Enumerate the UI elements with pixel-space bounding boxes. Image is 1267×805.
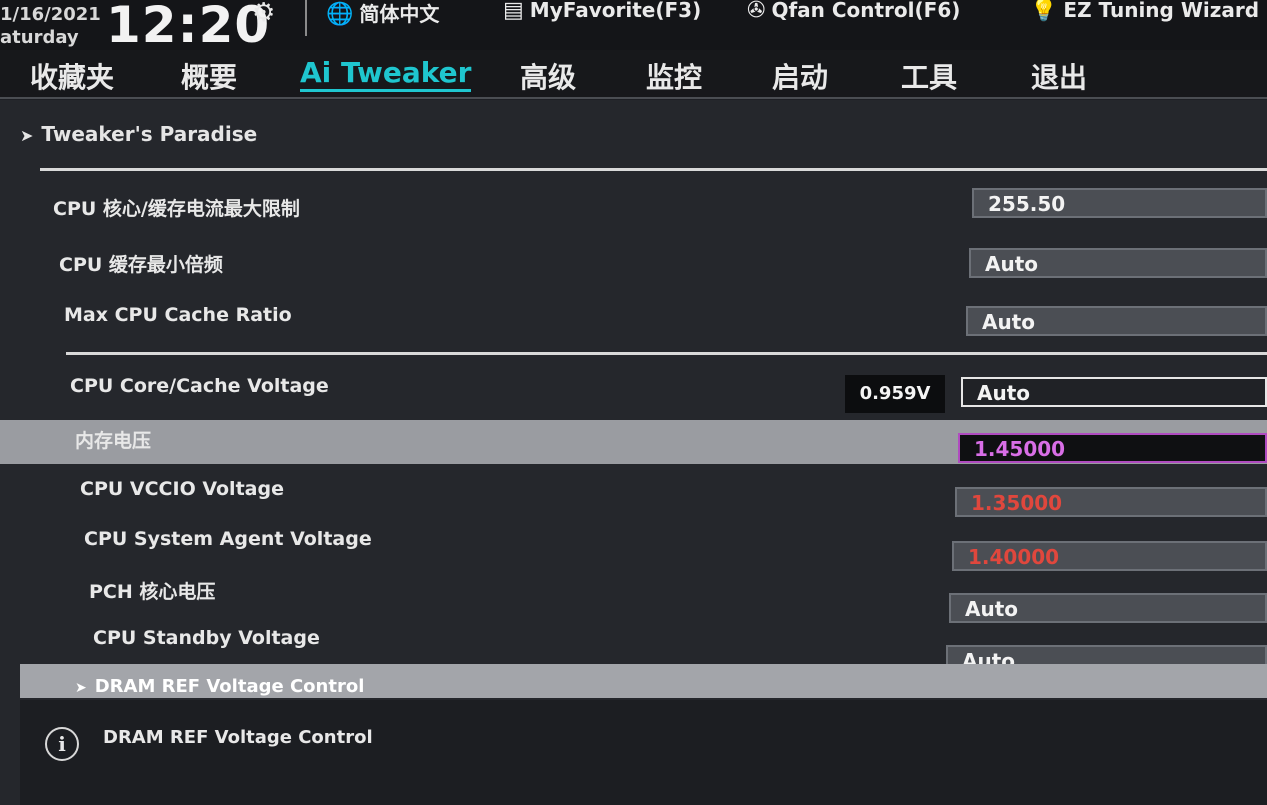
min-cache-ratio-field[interactable]: Auto	[969, 248, 1267, 278]
language-label: 简体中文	[359, 2, 440, 26]
core-voltage-reading: 0.959V	[845, 375, 945, 413]
section-title: Tweaker's Paradise	[41, 122, 258, 146]
chevron-right-icon: ➤	[20, 126, 34, 145]
status-bar: 1/16/2021 aturday 12:20 ⚙ 🌐 简体中文 ▤ MyFavor…	[0, 0, 1267, 54]
pch-voltage-field[interactable]: Auto	[949, 593, 1267, 623]
tab-tool[interactable]: 工具	[901, 56, 957, 96]
max-cache-ratio-field[interactable]: Auto	[966, 306, 1267, 336]
help-text: DRAM REF Voltage Control	[103, 727, 373, 748]
system-agent-voltage-field[interactable]: 1.40000	[952, 541, 1267, 571]
tab-monitor[interactable]: 监控	[646, 56, 702, 96]
myfavorite-icon: ▤	[503, 0, 524, 23]
language-button[interactable]: 🌐 简体中文	[326, 0, 439, 27]
gear-icon[interactable]: ⚙	[252, 0, 275, 28]
vccio-voltage-field[interactable]: 1.35000	[955, 487, 1267, 517]
setting-label-system-agent-voltage: CPU System Agent Voltage	[84, 528, 372, 550]
setting-label-min-cache-ratio: CPU 缓存最小倍频	[59, 254, 223, 276]
fan-icon: ✇	[747, 0, 766, 23]
tab-exit[interactable]: 退出	[1031, 56, 1087, 96]
setting-label-standby-voltage: CPU Standby Voltage	[93, 627, 320, 649]
tab-boot[interactable]: 启动	[772, 56, 828, 96]
myfavorite-button[interactable]: ▤ MyFavorite(F3)	[503, 0, 701, 23]
tab-advanced[interactable]: 高级	[520, 56, 576, 96]
tabs-divider	[0, 97, 1267, 99]
ez-tuning-wizard-button[interactable]: 💡 EZ Tuning Wizard	[1030, 0, 1259, 23]
setting-label-current-limit: CPU 核心/缓存电流最大限制	[53, 198, 300, 220]
qfan-control-button[interactable]: ✇ Qfan Control(F6)	[747, 0, 960, 23]
tab-ai-tweaker[interactable]: Ai Tweaker	[300, 56, 472, 92]
qfan-control-label: Qfan Control(F6)	[771, 0, 961, 22]
help-panel	[20, 700, 1267, 805]
date-label: 1/16/2021	[0, 4, 101, 25]
bulb-icon: 💡	[1030, 0, 1058, 23]
voltage-divider	[66, 352, 1267, 355]
core-cache-voltage-field[interactable]: Auto	[961, 377, 1267, 407]
setting-label-pch-voltage: PCH 核心电压	[89, 581, 216, 603]
divider	[305, 0, 307, 36]
tab-main[interactable]: 概要	[181, 56, 237, 96]
section-divider	[40, 168, 1267, 171]
tweakers-paradise-section[interactable]: ➤ Tweaker's Paradise	[20, 122, 257, 146]
current-limit-field[interactable]: 255.50	[972, 188, 1267, 218]
globe-icon: 🌐	[326, 2, 354, 27]
dram-voltage-field[interactable]: 1.45000	[958, 433, 1267, 463]
setting-label-dram-voltage: 内存电压	[75, 430, 152, 452]
setting-label-max-cache-ratio: Max CPU Cache Ratio	[64, 304, 292, 326]
chevron-right-icon: ➤	[75, 680, 87, 696]
setting-label-core-cache-voltage: CPU Core/Cache Voltage	[70, 375, 329, 397]
clock: 12:20	[106, 0, 271, 54]
tab-favorites[interactable]: 收藏夹	[30, 56, 114, 96]
ez-tuning-label: EZ Tuning Wizard	[1063, 0, 1260, 22]
dram-ref-voltage-link[interactable]: ➤ DRAM REF Voltage Control	[75, 676, 364, 697]
submenu-label: DRAM REF Voltage Control	[94, 676, 365, 697]
myfavorite-label: MyFavorite(F3)	[529, 0, 702, 22]
weekday-label: aturday	[0, 27, 79, 48]
main-tabs: 收藏夹 概要 Ai Tweaker 高级 监控 启动 工具 退出	[0, 50, 1267, 98]
setting-label-vccio-voltage: CPU VCCIO Voltage	[80, 478, 284, 500]
info-icon: i	[45, 727, 79, 761]
